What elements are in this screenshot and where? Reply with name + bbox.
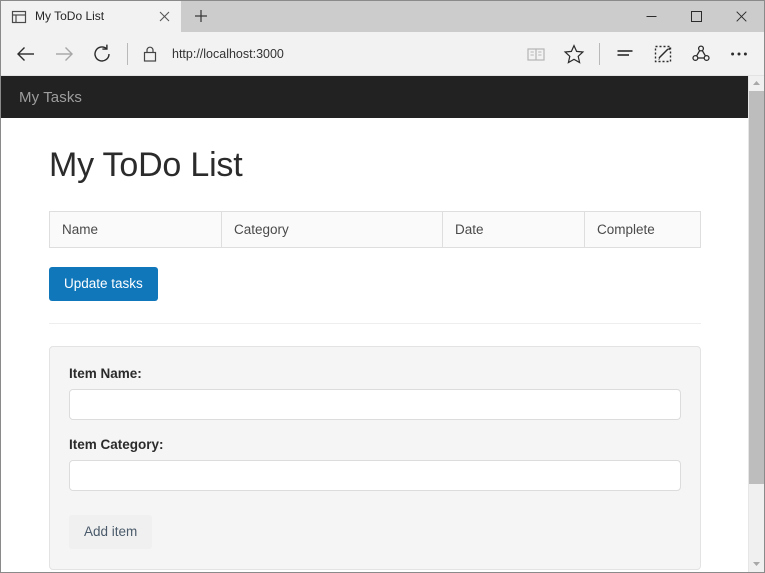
book-icon <box>525 43 547 65</box>
section-divider <box>49 323 701 324</box>
toolbar-divider <box>127 43 128 65</box>
column-header-complete: Complete <box>585 212 701 248</box>
item-name-label: Item Name: <box>69 366 681 381</box>
brand-link[interactable]: My Tasks <box>19 89 82 106</box>
tasks-table-header-row: Name Category Date Complete <box>50 212 701 248</box>
browser-window: My ToDo List <box>0 0 765 573</box>
tab-strip: My ToDo List <box>1 1 764 32</box>
plus-icon <box>194 8 208 26</box>
add-to-favorites-button[interactable] <box>555 35 593 73</box>
forward-button[interactable] <box>45 35 83 73</box>
reading-view-button[interactable] <box>517 35 555 73</box>
caret-down-icon <box>752 561 761 569</box>
minimize-button[interactable] <box>629 1 674 32</box>
star-icon <box>563 43 585 65</box>
close-icon <box>736 11 747 22</box>
share-button[interactable] <box>682 35 720 73</box>
refresh-icon <box>91 43 113 65</box>
add-item-button[interactable]: Add item <box>69 515 152 549</box>
scrollbar-down-button[interactable] <box>749 557 764 572</box>
tab-title: My ToDo List <box>35 1 153 32</box>
column-header-date: Date <box>443 212 585 248</box>
hub-button[interactable] <box>606 35 644 73</box>
close-window-button[interactable] <box>719 1 764 32</box>
arrow-right-icon <box>53 43 75 65</box>
toolbar-divider-2 <box>599 43 600 65</box>
ellipsis-icon <box>728 43 750 65</box>
close-icon[interactable] <box>153 6 175 28</box>
window-icon <box>11 9 27 25</box>
web-note-button[interactable] <box>644 35 682 73</box>
page-viewport: My Tasks My ToDo List Name Category Date… <box>1 76 764 572</box>
page-scrollbar[interactable] <box>748 76 764 572</box>
settings-and-more-button[interactable] <box>720 35 758 73</box>
column-header-name: Name <box>50 212 222 248</box>
arrow-left-icon <box>15 43 37 65</box>
refresh-button[interactable] <box>83 35 121 73</box>
tasks-table: Name Category Date Complete <box>49 211 701 248</box>
site-navbar: My Tasks <box>1 76 749 118</box>
tab-strip-spacer <box>221 1 629 32</box>
maximize-button[interactable] <box>674 1 719 32</box>
browser-toolbar: http://localhost:3000 <box>1 32 764 76</box>
toolbar-actions <box>517 35 758 73</box>
update-tasks-button[interactable]: Update tasks <box>49 267 158 301</box>
hub-lines-icon <box>614 43 636 65</box>
browser-tab[interactable]: My ToDo List <box>1 1 181 32</box>
url-text: http://localhost:3000 <box>172 47 284 61</box>
tasks-table-head: Name Category Date Complete <box>50 212 701 248</box>
scrollbar-up-button[interactable] <box>749 76 764 91</box>
lock-icon <box>136 45 164 63</box>
item-category-label: Item Category: <box>69 437 681 452</box>
pen-note-icon <box>652 43 674 65</box>
add-item-form: Item Name: Item Category: Add item <box>49 346 701 570</box>
item-category-input[interactable] <box>69 460 681 491</box>
page-title: My ToDo List <box>49 146 701 185</box>
maximize-icon <box>691 11 702 22</box>
caret-up-icon <box>752 80 761 88</box>
new-tab-button[interactable] <box>181 1 221 32</box>
minimize-icon <box>646 11 657 22</box>
address-bar[interactable]: http://localhost:3000 <box>134 35 517 73</box>
scrollbar-thumb[interactable] <box>749 91 764 484</box>
window-controls <box>629 1 764 32</box>
page-container: My ToDo List Name Category Date Complete… <box>1 146 749 570</box>
share-icon <box>690 43 712 65</box>
item-name-input[interactable] <box>69 389 681 420</box>
column-header-category: Category <box>222 212 443 248</box>
web-page: My Tasks My ToDo List Name Category Date… <box>1 76 749 572</box>
back-button[interactable] <box>7 35 45 73</box>
